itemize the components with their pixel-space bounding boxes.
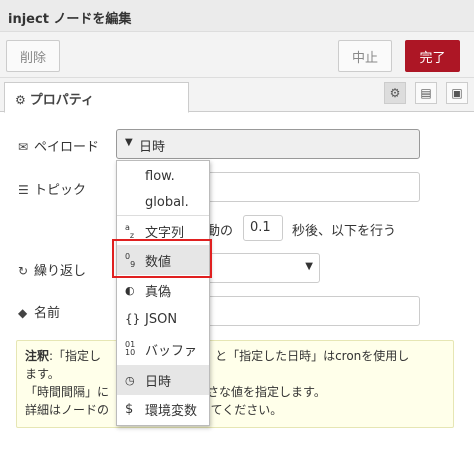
tab-description-document-icon[interactable]: ▤: [415, 82, 437, 104]
string-az-icon: az: [125, 222, 135, 240]
highlight-box: [112, 239, 212, 278]
tab-properties-label: プロパティ: [29, 93, 94, 108]
repeat-icon: ↻: [18, 264, 29, 278]
dropdown-item-timestamp[interactable]: ◷ 日時: [117, 365, 209, 395]
clock-icon: ◷: [125, 373, 135, 387]
dropdown-item-json[interactable]: {} JSON: [117, 304, 209, 334]
payload-type-select[interactable]: ▼ 日時: [116, 129, 420, 159]
payload-label: ✉ ペイロード: [18, 140, 100, 155]
braces-icon: {}: [125, 312, 141, 326]
dropdown-item-buffer[interactable]: 01 10 バッファ: [117, 334, 209, 364]
delete-button[interactable]: 削除: [6, 40, 60, 72]
dropdown-item-boolean[interactable]: ◐ 真偽: [117, 275, 209, 305]
repeat-label: ↻ 繰り返し: [18, 264, 87, 279]
chevron-down-icon: ▼: [305, 261, 313, 272]
toggle-icon: ◐: [125, 283, 135, 297]
caret-down-icon: ▼: [125, 137, 133, 148]
note-label: 注釈: [25, 349, 50, 363]
name-label: ◆ 名前: [18, 306, 61, 321]
tab-appearance-frame-icon[interactable]: ▣: [446, 82, 468, 104]
tab-properties[interactable]: ⚙ プロパティ: [4, 82, 189, 113]
dropdown-item-global[interactable]: global.: [117, 187, 209, 217]
dollar-icon: $: [125, 401, 134, 417]
topic-input[interactable]: [206, 172, 420, 202]
topic-label: ☰ トピック: [18, 183, 87, 198]
info-note: 注釈:「指定し 時」と「指定した日時」はcronを使用し ます。 「時間間隔」に小…: [16, 340, 454, 428]
tasks-icon: ☰: [18, 183, 29, 197]
dialog-title: inject ノードを編集: [8, 12, 132, 27]
button-bar: 削除 中止 完了: [0, 32, 474, 78]
payload-type-dropdown: flow. global. az 文字列 09 数値 ◐ 真偽 {} JSON 01 10…: [116, 160, 210, 426]
gear-icon: ⚙: [15, 93, 26, 107]
envelope-icon: ✉: [18, 140, 29, 154]
inject-once-text: 動の: [207, 224, 234, 239]
tab-row: ⚙ プロパティ ⚙ ▤ ▣: [0, 78, 474, 113]
repeat-select[interactable]: ▼: [206, 253, 320, 283]
tag-icon: ◆: [18, 306, 28, 320]
cancel-button[interactable]: 中止: [338, 40, 392, 72]
name-input[interactable]: [206, 296, 420, 326]
inject-after-text: 秒後、以下を行う: [292, 224, 397, 239]
dropdown-item-env[interactable]: $ 環境変数: [117, 394, 209, 424]
inject-delay-input[interactable]: 0.1: [243, 215, 283, 241]
done-button[interactable]: 完了: [405, 40, 460, 72]
binary-icon: 01 10: [125, 340, 136, 357]
tab-settings-gear-icon[interactable]: ⚙: [384, 82, 406, 104]
payload-type-value: 日時: [139, 140, 166, 155]
dialog-titlebar: inject ノードを編集: [0, 0, 474, 32]
